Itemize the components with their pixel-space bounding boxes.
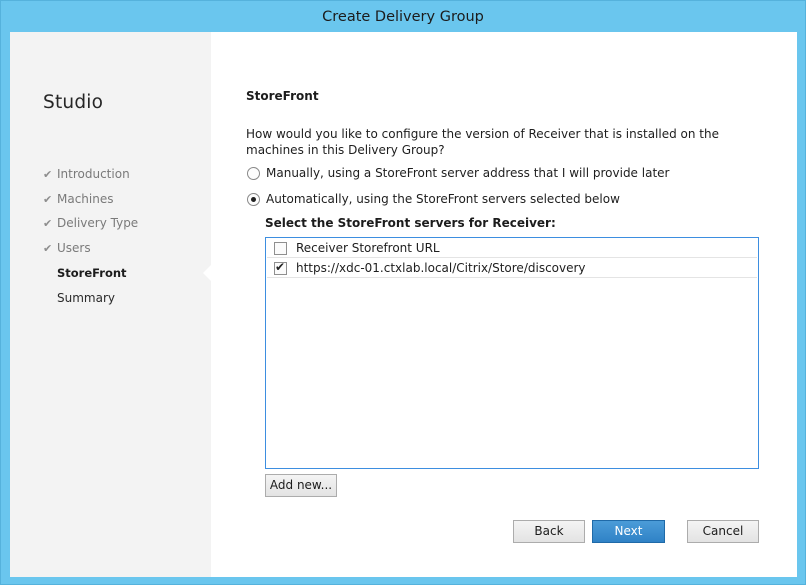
sidebar-item-delivery-type: ✔ Delivery Type xyxy=(43,214,138,232)
page-title: StoreFront xyxy=(246,89,319,103)
dialog-window: Create Delivery Group Studio ✔ Introducti… xyxy=(0,0,806,585)
list-item[interactable]: https://xdc-01.ctxlab.local/Citrix/Store… xyxy=(267,259,757,278)
sidebar-item-introduction: ✔ Introduction xyxy=(43,165,130,183)
list-header: Receiver Storefront URL xyxy=(267,239,757,258)
storefront-server-list[interactable]: Receiver Storefront URL https://xdc-01.c… xyxy=(265,237,759,469)
dialog-client-area: Studio ✔ Introduction ✔ Machines ✔ Delivery… xyxy=(10,32,797,577)
storefront-select-label: Select the StoreFront servers for Receiv… xyxy=(265,216,556,230)
sidebar-item-machines: ✔ Machines xyxy=(43,190,113,208)
sidebar-item-summary: Summary xyxy=(57,291,115,305)
radio-button-manual[interactable] xyxy=(247,166,260,180)
select-all-checkbox[interactable] xyxy=(274,241,287,255)
checkmark-icon: ✔ xyxy=(43,193,53,206)
add-new-button[interactable]: Add new... xyxy=(265,474,337,497)
next-button[interactable]: Next xyxy=(592,520,665,543)
radio-button-automatic[interactable] xyxy=(247,192,260,206)
current-step-pointer xyxy=(203,264,212,282)
checkmark-icon: ✔ xyxy=(43,242,53,255)
option-manual-label: Manually, using a StoreFront server addr… xyxy=(266,166,670,180)
list-header-label: Receiver Storefront URL xyxy=(296,241,440,255)
storefront-url-checkbox[interactable] xyxy=(274,260,287,275)
sidebar-item-users: ✔ Users xyxy=(43,239,91,257)
sidebar-item-label: Introduction xyxy=(57,167,130,181)
sidebar-item-label: Users xyxy=(57,241,91,255)
sidebar-item-label: Delivery Type xyxy=(57,216,139,230)
sidebar-title: Studio xyxy=(43,92,104,113)
sidebar-item-storefront: StoreFront xyxy=(57,266,127,280)
sidebar-item-label: Machines xyxy=(57,192,114,206)
option-automatic-label: Automatically, using the StoreFront serv… xyxy=(266,192,620,206)
option-manual[interactable]: Manually, using a StoreFront server addr… xyxy=(247,164,669,182)
storefront-url: https://xdc-01.ctxlab.local/Citrix/Store… xyxy=(296,261,586,275)
checkmark-icon: ✔ xyxy=(43,217,53,230)
window-title: Create Delivery Group xyxy=(322,9,484,25)
cancel-button[interactable]: Cancel xyxy=(687,520,759,543)
option-automatic[interactable]: Automatically, using the StoreFront serv… xyxy=(247,190,620,208)
checkmark-icon: ✔ xyxy=(43,168,53,181)
question-text: How would you like to configure the vers… xyxy=(246,127,719,157)
back-button[interactable]: Back xyxy=(513,520,585,543)
wizard-sidebar: Studio ✔ Introduction ✔ Machines ✔ Delivery… xyxy=(10,32,212,577)
